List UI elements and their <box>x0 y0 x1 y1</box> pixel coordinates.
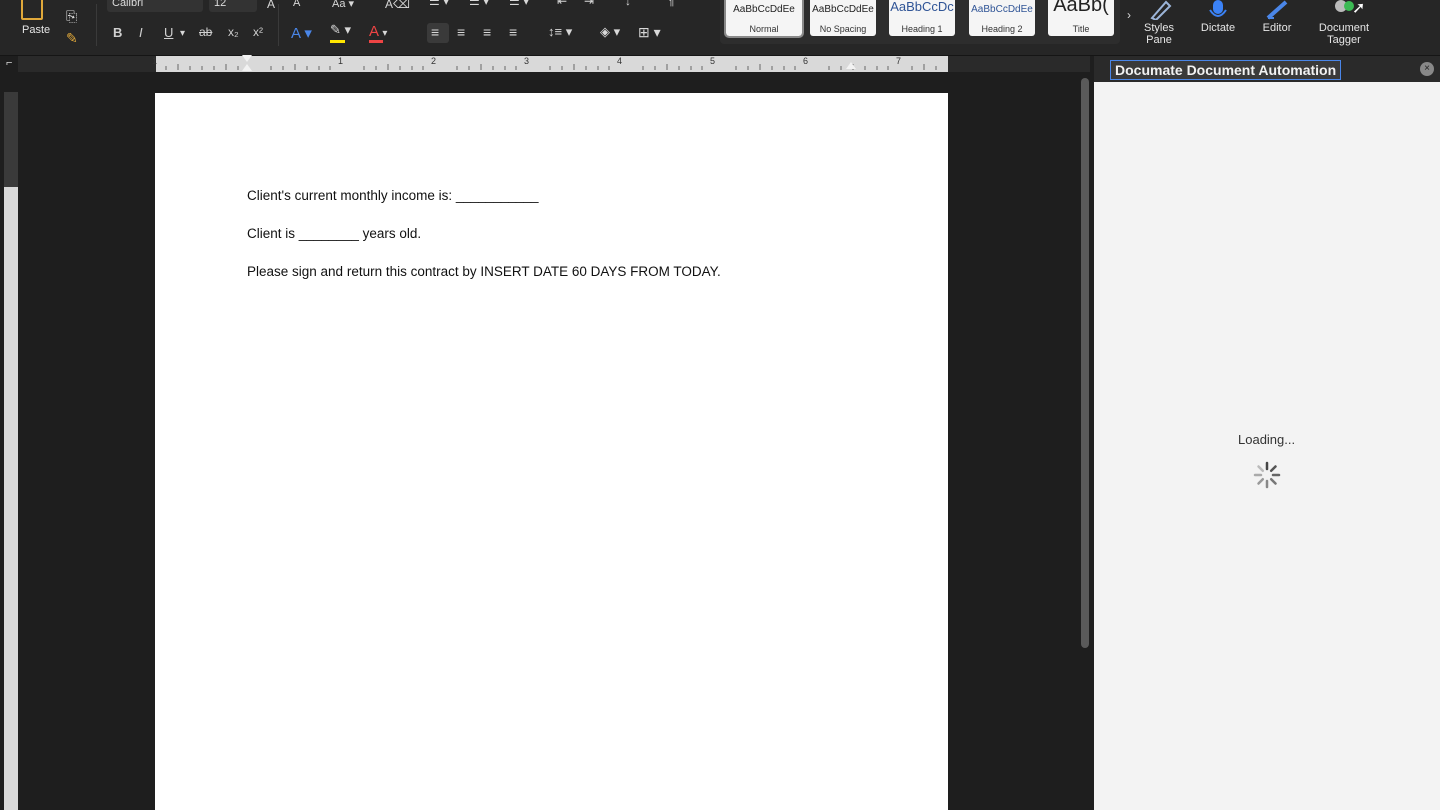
superscript-button[interactable]: x² <box>253 25 263 39</box>
style-normal[interactable]: AaBbCcDdEe Normal <box>724 0 804 38</box>
ruler-number: 3 <box>524 56 530 66</box>
ruler-number: 1 <box>338 56 344 66</box>
ruler-ticks <box>165 64 937 70</box>
chevron-down-icon[interactable]: ▾ <box>180 28 185 39</box>
tagger-label: Document <box>1318 22 1370 34</box>
ribbon: Paste ⎘ ✎ Calibri 12 A A Aa ▾ A⌫ B I U ▾… <box>0 0 1440 56</box>
justify-icon[interactable]: ≡ <box>509 24 517 40</box>
numbering-icon[interactable]: ☰ ▾ <box>469 0 489 8</box>
style-name: Heading 2 <box>981 24 1023 34</box>
paste-icon[interactable] <box>21 0 43 20</box>
task-pane-title[interactable]: Documate Document Automation <box>1110 60 1342 80</box>
styles-pane-label-2: Pane <box>1146 34 1172 46</box>
style-heading-2[interactable]: AaBbCcDdEe Heading 2 <box>969 0 1035 36</box>
vertical-scrollbar[interactable] <box>1081 78 1089 648</box>
style-sample: AaBbCcDdEe <box>733 4 795 15</box>
document-tagger-button[interactable]: Document Tagger <box>1312 0 1376 50</box>
line-spacing-icon[interactable]: ↕≡ ▾ <box>548 24 572 40</box>
microphone-icon <box>1205 0 1231 20</box>
tagger-label-2: Tagger <box>1327 34 1361 46</box>
styles-pane-button[interactable]: Styles Pane <box>1131 0 1187 50</box>
editor-button[interactable]: Editor <box>1249 0 1305 50</box>
editor-pen-icon <box>1264 0 1290 20</box>
separator <box>278 4 279 46</box>
style-sample: AaBb( <box>1053 0 1109 16</box>
ruler-number: 7 <box>896 56 902 66</box>
document-line[interactable]: Please sign and return this contract by … <box>247 264 721 279</box>
change-case-icon[interactable]: Aa ▾ <box>332 0 354 10</box>
ruler-number: 5 <box>710 56 716 66</box>
align-center-icon[interactable]: ≡ <box>457 24 465 40</box>
dictate-label: Dictate <box>1200 22 1236 34</box>
vertical-ruler <box>4 92 18 810</box>
clear-format-icon[interactable]: A⌫ <box>385 0 410 11</box>
font-color-bar <box>369 40 383 43</box>
sort-icon[interactable]: ↓ <box>625 0 631 8</box>
task-pane-header: Documate Document Automation × <box>1094 56 1440 82</box>
align-left-icon[interactable]: ≡ <box>431 24 439 40</box>
highlight-icon[interactable]: ✎ ▾ <box>330 22 351 38</box>
style-sample: AaBbCcDdEe <box>812 4 874 15</box>
decrease-indent-icon[interactable]: ⇤ <box>557 0 567 8</box>
shrink-font-icon[interactable]: A <box>293 0 300 9</box>
font-color-icon[interactable]: A ▾ <box>369 23 387 40</box>
styles-pane-icon <box>1146 0 1172 22</box>
first-line-indent-marker[interactable] <box>242 55 252 62</box>
underline-button[interactable]: U <box>164 25 173 40</box>
style-no-spacing[interactable]: AaBbCcDdEe No Spacing <box>810 0 876 36</box>
bold-button[interactable]: B <box>113 25 122 40</box>
grow-font-icon[interactable]: A <box>267 0 275 11</box>
style-sample: AaBbCcDdEe <box>971 4 1033 15</box>
document-line[interactable]: Client is ________ years old. <box>247 226 421 241</box>
style-sample: AaBbCcDc <box>890 0 954 14</box>
subscript-button[interactable]: x₂ <box>228 25 239 39</box>
style-name: Title <box>1072 24 1090 34</box>
document-line[interactable]: Client's current monthly income is: ____… <box>247 188 539 203</box>
vertical-ruler-margin <box>4 92 18 187</box>
font-size-value: 12 <box>214 0 227 9</box>
shading-icon[interactable]: ◈ ▾ <box>600 24 620 40</box>
bullets-icon[interactable]: ☰ ▾ <box>429 0 449 8</box>
copy-icon[interactable]: ⎘ <box>66 8 77 25</box>
mouse-cursor-icon: ➚ <box>1352 0 1366 17</box>
ruler-number: 2 <box>431 56 437 66</box>
highlight-color-bar <box>330 40 345 43</box>
style-name: No Spacing <box>819 24 867 34</box>
right-indent-marker[interactable] <box>846 62 856 69</box>
style-heading-1[interactable]: AaBbCcDc Heading 1 <box>889 0 955 36</box>
editor-label: Editor <box>1262 22 1292 34</box>
ruler-number: 6 <box>803 56 809 66</box>
dictate-button[interactable]: Dictate <box>1190 0 1246 50</box>
align-right-icon[interactable]: ≡ <box>483 24 491 40</box>
loading-text: Loading... <box>1238 432 1296 447</box>
tab-selector-icon[interactable]: ⌐ <box>6 57 12 69</box>
font-name-value: Calibri <box>112 0 144 9</box>
increase-indent-icon[interactable]: ⇥ <box>584 0 594 8</box>
paste-button[interactable]: Paste <box>22 24 50 36</box>
pilcrow-icon[interactable]: ¶ <box>668 0 674 8</box>
borders-icon[interactable]: ⊞ ▾ <box>638 24 661 41</box>
spinner-icon <box>1253 461 1281 489</box>
ruler-number: 1 <box>152 56 158 66</box>
hanging-indent-marker[interactable] <box>242 64 252 71</box>
separator <box>96 4 97 46</box>
close-icon[interactable]: × <box>1420 62 1434 76</box>
ruler-number: 4 <box>617 56 623 66</box>
style-name: Normal <box>749 24 779 34</box>
style-name: Heading 1 <box>901 24 943 34</box>
italic-button[interactable]: I <box>139 25 143 40</box>
text-effects-icon[interactable]: A ▾ <box>291 24 312 42</box>
format-painter-icon[interactable]: ✎ <box>66 30 78 47</box>
style-title[interactable]: AaBb( Title <box>1048 0 1114 36</box>
styles-pane-label: Styles <box>1144 22 1174 34</box>
strikethrough-button[interactable]: ab <box>199 25 212 39</box>
multilevel-list-icon[interactable]: ☰ ▾ <box>509 0 529 8</box>
